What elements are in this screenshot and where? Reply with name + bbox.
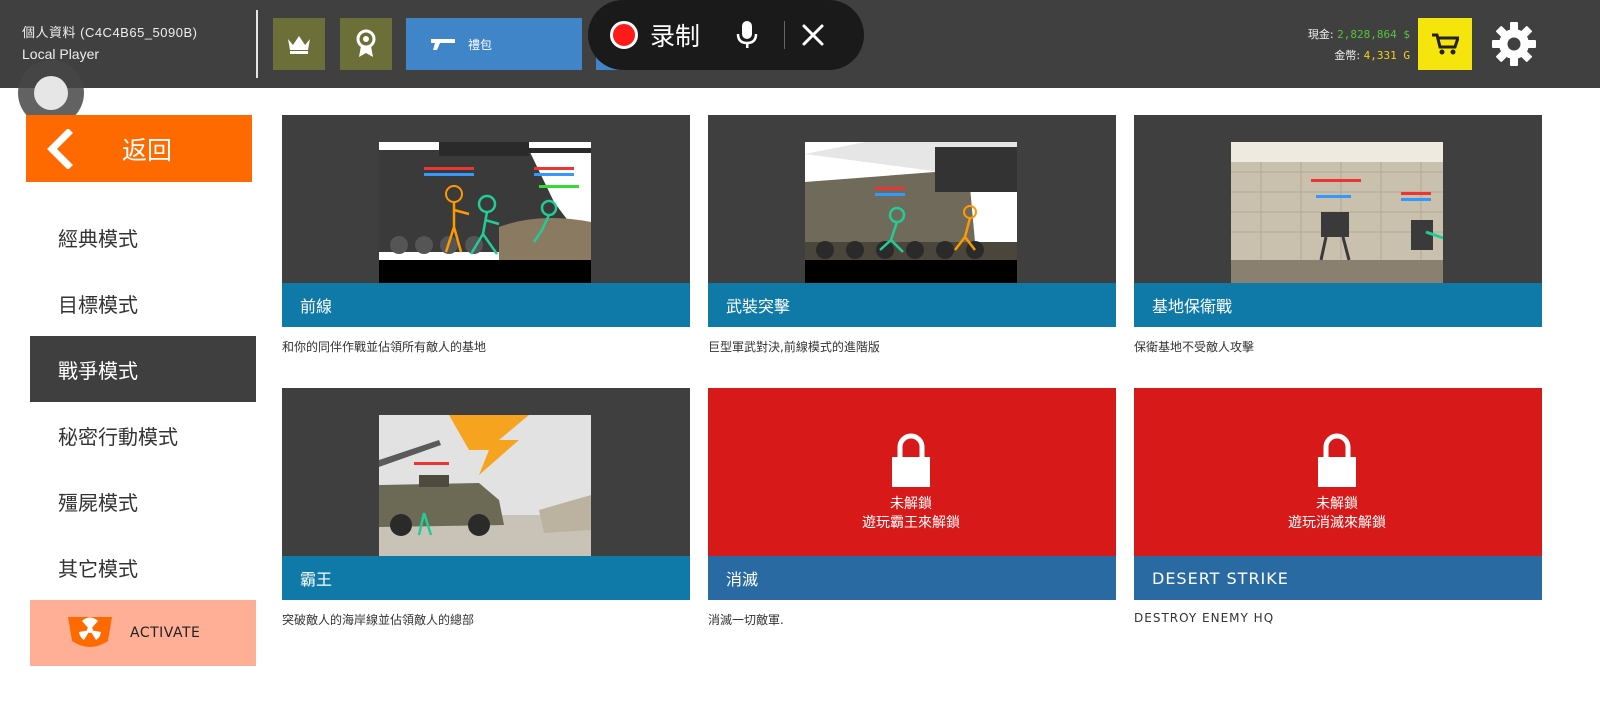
record-button[interactable]	[610, 21, 638, 49]
sidebar-item-other[interactable]: 其它模式	[30, 534, 256, 600]
recorder-divider	[784, 21, 786, 49]
crown-icon	[288, 36, 310, 54]
cash-row: 現金: 2,828,864 $	[1308, 24, 1410, 45]
floating-ball-core	[34, 76, 68, 110]
mode-title: 前線	[282, 283, 690, 327]
mode-description: 巨型軍武對決,前線模式的進階版	[708, 340, 880, 354]
activate-label: ACTIVATE	[130, 625, 201, 641]
tab-bag[interactable]: 禮包	[406, 18, 582, 70]
mode-thumbnail	[1231, 142, 1443, 283]
mode-panel[interactable]: 基地保衛戰	[1134, 115, 1542, 327]
screen-recorder-pill: 录制	[588, 0, 864, 70]
mode-card-desert-strike[interactable]: 未解鎖 遊玩消滅來解鎖 DESERT STRIKE DESTROY ENEMY …	[1134, 388, 1542, 625]
mode-panel[interactable]: 武裝突擊	[708, 115, 1116, 327]
gear-icon[interactable]	[1490, 20, 1538, 68]
mic-icon[interactable]	[736, 20, 758, 50]
mode-description: 保衛基地不受敵人攻擊	[1134, 340, 1255, 354]
back-button[interactable]: 返回	[26, 115, 252, 182]
gold-value: 4,331 G	[1363, 49, 1410, 62]
gold-row: 金幣: 4,331 G	[1308, 45, 1410, 66]
mode-thumbnail	[379, 142, 591, 283]
mode-description: 和你的同伴作戰並佔領所有敵人的基地	[282, 340, 487, 354]
shop-button[interactable]	[1418, 18, 1472, 70]
lock-icon	[1318, 433, 1356, 487]
lock-overlay: 未解鎖 遊玩霸王來解鎖	[805, 415, 1017, 556]
mode-description: 突破敵人的海岸線並佔領敵人的總部	[282, 613, 475, 627]
mode-card-overlord[interactable]: 霸王 突破敵人的海岸線並佔領敵人的總部	[282, 388, 690, 628]
lock-requirement: 遊玩霸王來解鎖	[862, 515, 960, 531]
currency-panel: 現金: 2,828,864 $ 金幣: 4,331 G	[1308, 24, 1410, 66]
mode-thumbnail	[379, 415, 591, 556]
mode-card-base-defense[interactable]: 基地保衛戰 保衛基地不受敵人攻擊	[1134, 115, 1542, 355]
activate-button[interactable]: ACTIVATE	[30, 600, 256, 666]
lock-status: 未解鎖	[890, 496, 932, 512]
mode-description: DESTROY ENEMY HQ	[1134, 611, 1275, 625]
gold-label: 金幣:	[1334, 49, 1361, 62]
mode-panel-locked[interactable]: 未解鎖 遊玩消滅來解鎖 DESERT STRIKE	[1134, 388, 1542, 600]
profile-panel[interactable]: 個人資料 (C4C4B65_5090B) Local Player	[22, 22, 197, 62]
cart-icon	[1432, 33, 1459, 55]
mode-title: 基地保衛戰	[1134, 283, 1542, 327]
gun-icon	[431, 39, 455, 50]
sidebar-item-zombie[interactable]: 殭屍模式	[30, 468, 256, 534]
divider	[256, 10, 258, 78]
achievements-button[interactable]	[340, 18, 392, 70]
mode-card-annihilation[interactable]: 未解鎖 遊玩霸王來解鎖 消滅 消滅一切敵軍.	[708, 388, 1116, 628]
cash-label: 現金:	[1307, 28, 1334, 41]
sidebar-item-war[interactable]: 戰爭模式	[30, 336, 256, 402]
mode-panel-locked[interactable]: 未解鎖 遊玩霸王來解鎖 消滅	[708, 388, 1116, 600]
mode-panel[interactable]: 前線	[282, 115, 690, 327]
mode-title: 霸王	[282, 556, 690, 600]
sidebar-item-classic[interactable]: 經典模式	[30, 204, 256, 270]
mode-description: 消滅一切敵軍.	[708, 613, 784, 627]
tab-bag-label: 禮包	[468, 37, 493, 52]
lock-requirement: 遊玩消滅來解鎖	[1288, 515, 1386, 531]
mode-card-frontline[interactable]: 前線 和你的同伴作戰並佔領所有敵人的基地	[282, 115, 690, 355]
sidebar-item-covert[interactable]: 秘密行動模式	[30, 402, 256, 468]
close-icon[interactable]	[801, 23, 825, 47]
medal-icon	[356, 29, 376, 57]
mode-card-armed-assault[interactable]: 武裝突擊 巨型軍武對決,前線模式的進階版	[708, 115, 1116, 355]
back-label: 返回	[122, 135, 173, 165]
top-bar: 個人資料 (C4C4B65_5090B) Local Player 禮包 录制	[0, 0, 1600, 88]
mode-title: 武裝突擊	[708, 283, 1116, 327]
mode-title: 消滅	[708, 556, 1116, 600]
chevron-left-icon	[47, 128, 73, 169]
radiation-icon	[68, 617, 112, 647]
mode-thumbnail	[805, 142, 1017, 283]
mode-title: DESERT STRIKE	[1134, 556, 1542, 600]
lock-icon	[892, 433, 930, 487]
crown-button[interactable]	[273, 18, 325, 70]
lock-status: 未解鎖	[1316, 496, 1358, 512]
cash-value: 2,828,864 $	[1337, 28, 1410, 41]
profile-name: 個人資料 (C4C4B65_5090B)	[22, 25, 198, 40]
lock-overlay: 未解鎖 遊玩消滅來解鎖	[1231, 415, 1443, 556]
record-label: 录制	[650, 22, 701, 51]
mode-panel[interactable]: 霸王	[282, 388, 690, 600]
sidebar-item-objective[interactable]: 目標模式	[30, 270, 256, 336]
